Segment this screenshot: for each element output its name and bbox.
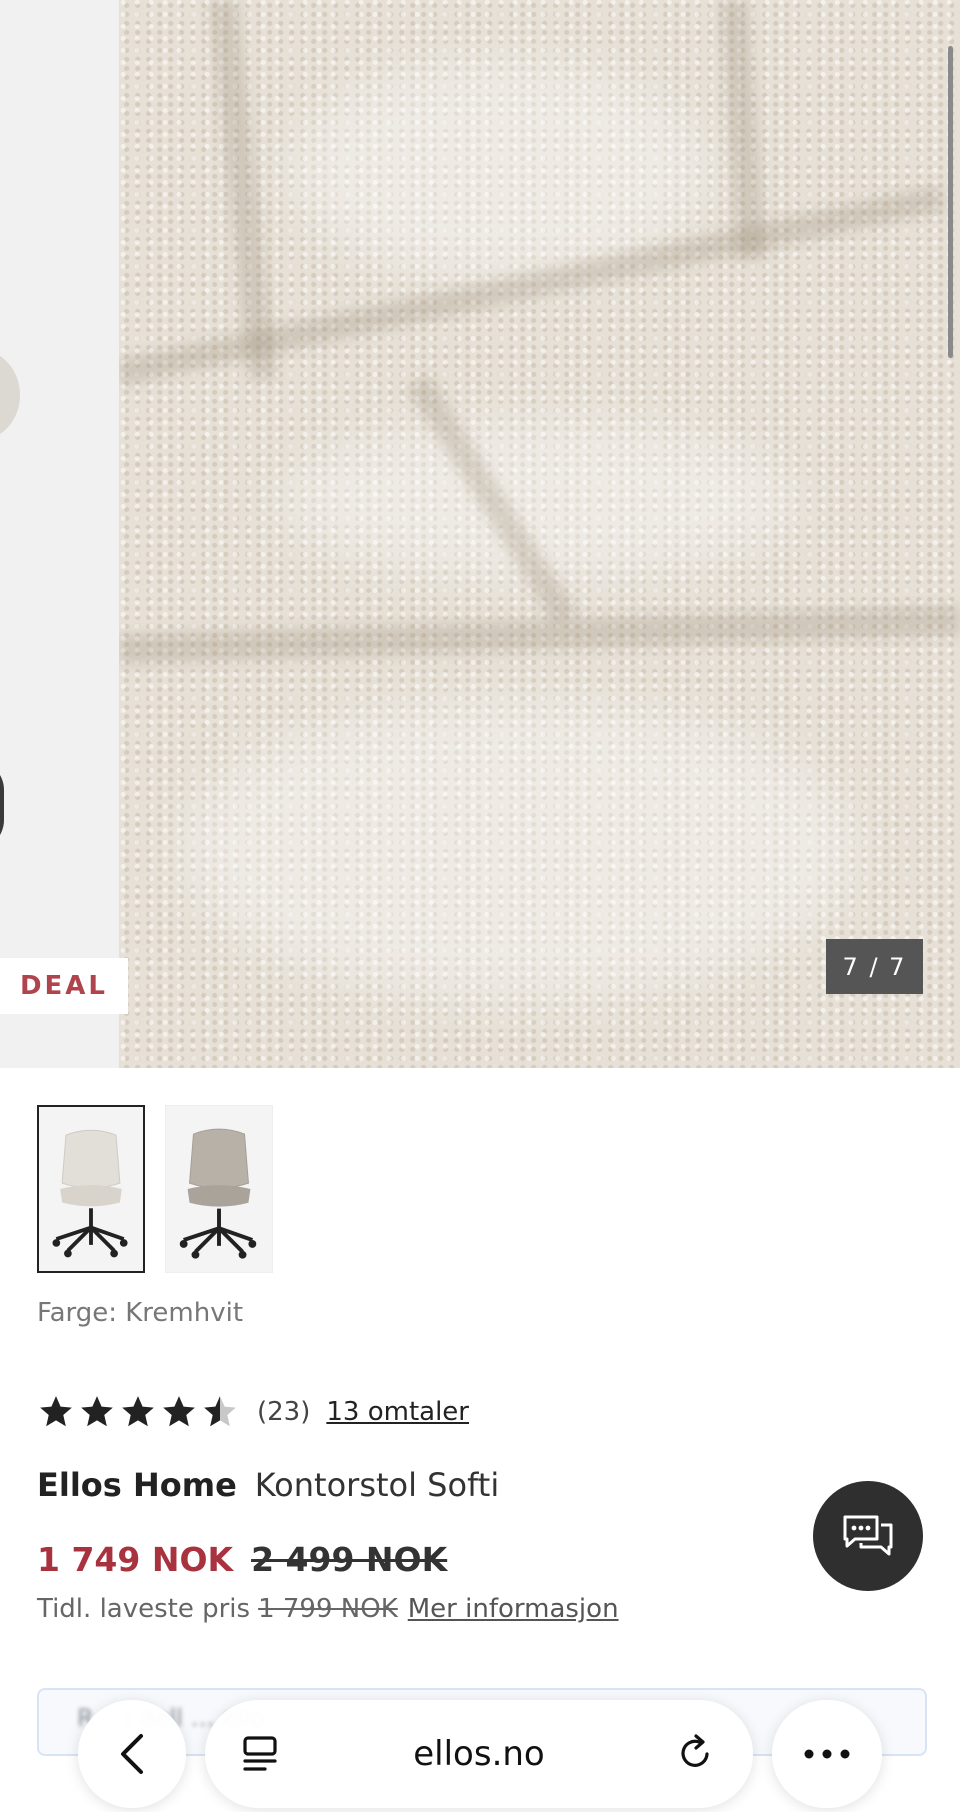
more-info-link[interactable]: Mer informasjon	[408, 1594, 619, 1624]
office-chair-icon	[179, 1128, 257, 1259]
product-image-gallery[interactable]: DEAL 7 / 7	[0, 0, 960, 1068]
chair-cushion-edge	[0, 350, 20, 440]
rating-count: (23)	[257, 1397, 311, 1427]
price-row: 1 749 NOK 2 499 NOK	[37, 1540, 447, 1579]
star-full-icon	[122, 1396, 154, 1427]
chat-bubbles-icon	[843, 1515, 893, 1556]
star-full-icon	[81, 1396, 113, 1427]
current-price: 1 749 NOK	[37, 1540, 234, 1579]
selected-color-label: Farge: Kremhvit	[37, 1298, 244, 1328]
original-price: 2 499 NOK	[251, 1540, 448, 1579]
product-rating: (23) 13 omtaler	[37, 1390, 469, 1434]
product-title: Ellos Home Kontorstol Softi	[37, 1466, 499, 1504]
deal-badge: DEAL	[0, 958, 128, 1014]
lowest-price-label: Tidl. laveste pris	[37, 1594, 251, 1624]
chair-armrest-edge	[0, 760, 4, 850]
chevron-left-icon	[121, 1734, 143, 1774]
color-swatch-kremhvit[interactable]	[37, 1105, 145, 1273]
chat-button[interactable]	[813, 1481, 923, 1591]
more-dots-icon	[804, 1749, 850, 1759]
fabric-closeup-image[interactable]	[119, 0, 960, 1068]
tabs-icon	[243, 1736, 277, 1771]
star-full-icon	[40, 1396, 72, 1427]
url-text: ellos.no	[413, 1734, 545, 1774]
gallery-scrollbar	[948, 46, 953, 358]
reviews-link[interactable]: 13 omtaler	[326, 1397, 469, 1427]
address-bar[interactable]: ellos.no	[205, 1700, 753, 1808]
reload-icon[interactable]	[675, 1732, 717, 1774]
star-half-icon	[204, 1396, 236, 1427]
slide-counter: 7 / 7	[826, 939, 923, 994]
previous-image-slide[interactable]	[0, 0, 119, 1068]
brand-name[interactable]: Ellos Home	[37, 1466, 237, 1504]
color-swatch-grey[interactable]	[165, 1105, 273, 1273]
lowest-price-value: 1 799 NOK	[258, 1594, 398, 1624]
star-full-icon	[163, 1396, 195, 1427]
lowest-price-info: Tidl. laveste pris 1 799 NOK Mer informasj…	[37, 1594, 619, 1624]
browser-back-button[interactable]	[78, 1700, 186, 1808]
rating-stars	[37, 1393, 239, 1431]
office-chair-icon	[52, 1129, 128, 1258]
product-name: Kontorstol Softi	[254, 1466, 500, 1504]
browser-more-button[interactable]	[772, 1700, 882, 1808]
